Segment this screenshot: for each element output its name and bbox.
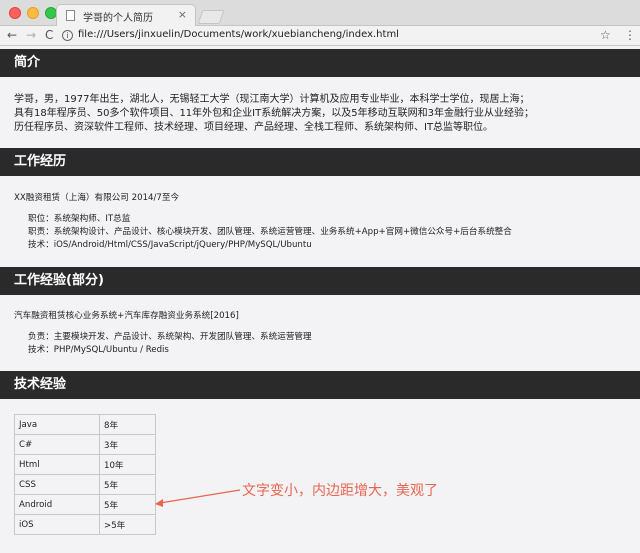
annotation-arrow	[155, 489, 241, 507]
annotation-text: 文字变小，内边距增大，美观了	[242, 483, 438, 499]
annotation-arrow-line	[159, 489, 241, 504]
annotation-arrow-head	[155, 499, 163, 507]
